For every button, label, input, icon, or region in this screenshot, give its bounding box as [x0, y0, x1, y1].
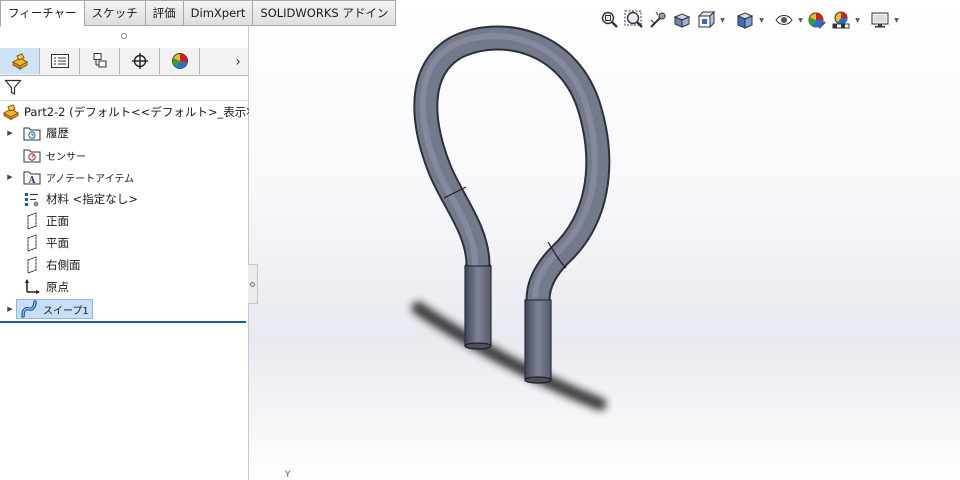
- tree-item-label: アノテートアイテム: [46, 173, 135, 185]
- tree-item-label: スイープ1: [43, 305, 89, 317]
- tree-item-label: センサー: [46, 151, 86, 163]
- selection-highlight: スイープ1: [16, 299, 93, 319]
- model-shadow: [411, 301, 607, 411]
- sweep-feature-icon: [19, 300, 39, 318]
- display-manager-tab[interactable]: [160, 48, 200, 74]
- tab-dimxpert[interactable]: DimXpert: [183, 0, 254, 26]
- heads-up-view-toolbar: ▼ ▼ ▼ ▼ ▼: [598, 9, 901, 31]
- tree-item-label: 平面: [46, 236, 69, 250]
- expand-arrow-icon[interactable]: ▶: [4, 299, 16, 319]
- panel-collapse-handle[interactable]: [248, 264, 258, 304]
- sensor-folder-icon: [22, 146, 42, 164]
- display-manager-icon: [171, 53, 188, 69]
- part-icon: [2, 104, 20, 120]
- sweep-model-3d: [411, 25, 611, 411]
- tab-sketch[interactable]: スケッチ: [84, 0, 146, 26]
- plane-icon: [22, 212, 42, 230]
- axis-triad-y-label: Y: [285, 470, 291, 480]
- origin-icon: [22, 278, 42, 296]
- tab-evaluate[interactable]: 評価: [145, 0, 184, 26]
- expand-arrow-icon[interactable]: ▶: [4, 123, 16, 143]
- manager-tabs: ›: [0, 48, 248, 76]
- tree-item-label: 履歴: [46, 126, 69, 140]
- edit-appearance-icon[interactable]: [805, 9, 829, 31]
- configuration-manager-icon: [93, 53, 106, 68]
- configuration-manager-tab[interactable]: [80, 48, 120, 74]
- command-manager-tabs: フィーチャー スケッチ 評価 DimXpert SOLIDWORKS アドイン: [0, 0, 397, 27]
- tree-item-right-plane[interactable]: 右側面: [0, 255, 248, 275]
- plane-icon: [22, 234, 42, 252]
- expand-arrow-icon[interactable]: ▶: [4, 167, 16, 187]
- chevron-down-icon[interactable]: ▼: [853, 9, 862, 31]
- view-settings-icon[interactable]: [868, 9, 892, 31]
- tree-item-label: 右側面: [46, 258, 81, 272]
- tree-item-label: 原点: [46, 280, 69, 294]
- feature-manager-panel: › Part2-2 (デフォルト<<デフォルト>_表示状態 1>) ▶ 履歴 セ…: [0, 26, 294, 480]
- property-manager-icon: [50, 54, 69, 68]
- graphics-viewport[interactable]: Y: [249, 0, 960, 480]
- tree-item-label: 材料 <指定なし>: [46, 192, 138, 206]
- feature-manager-tab[interactable]: [0, 48, 40, 74]
- chevron-down-icon[interactable]: ▼: [718, 9, 727, 31]
- annotations-folder-icon: A: [22, 168, 42, 186]
- chevron-right-icon[interactable]: ›: [228, 48, 248, 75]
- hide-show-items-icon[interactable]: [772, 9, 796, 31]
- previous-view-icon[interactable]: [646, 9, 670, 31]
- material-icon: [22, 190, 42, 208]
- tree-item-front-plane[interactable]: 正面: [0, 211, 248, 231]
- property-manager-tab[interactable]: [40, 48, 80, 74]
- tree-item-top-plane[interactable]: 平面: [0, 233, 248, 253]
- panel-grip[interactable]: [0, 26, 248, 46]
- tree-item-sweep1[interactable]: ▶ スイープ1: [0, 299, 248, 319]
- crosshair-icon: [131, 53, 148, 69]
- tab-features[interactable]: フィーチャー: [0, 0, 85, 27]
- tree-item-sensors[interactable]: センサー: [0, 145, 248, 165]
- tree-filter-row: [0, 76, 248, 101]
- rollback-bar[interactable]: [0, 321, 246, 323]
- history-folder-icon: [22, 124, 42, 142]
- tree-item-label: 正面: [46, 214, 69, 228]
- plane-icon: [22, 256, 42, 274]
- tree-item-origin[interactable]: 原点: [0, 277, 248, 297]
- tree-item-annotations[interactable]: ▶ A アノテートアイテム: [0, 167, 248, 187]
- tab-addins[interactable]: SOLIDWORKS アドイン: [253, 0, 397, 26]
- view-orientation-icon[interactable]: [694, 9, 718, 31]
- tree-item-history[interactable]: ▶ 履歴: [0, 123, 248, 143]
- chevron-down-icon[interactable]: ▼: [892, 9, 901, 31]
- chevron-down-icon[interactable]: ▼: [796, 9, 805, 31]
- display-style-icon[interactable]: [733, 9, 757, 31]
- svg-text:A: A: [28, 176, 37, 185]
- zoom-to-area-icon[interactable]: [622, 9, 646, 31]
- feature-manager-icon: [11, 53, 28, 70]
- apply-scene-icon[interactable]: [829, 9, 853, 31]
- zoom-to-fit-icon[interactable]: [598, 9, 622, 31]
- section-view-icon[interactable]: [670, 9, 694, 31]
- filter-icon[interactable]: [4, 79, 22, 99]
- dimxpert-manager-tab[interactable]: [120, 48, 160, 74]
- chevron-down-icon[interactable]: ▼: [757, 9, 766, 31]
- tree-item-material[interactable]: 材料 <指定なし>: [0, 189, 248, 209]
